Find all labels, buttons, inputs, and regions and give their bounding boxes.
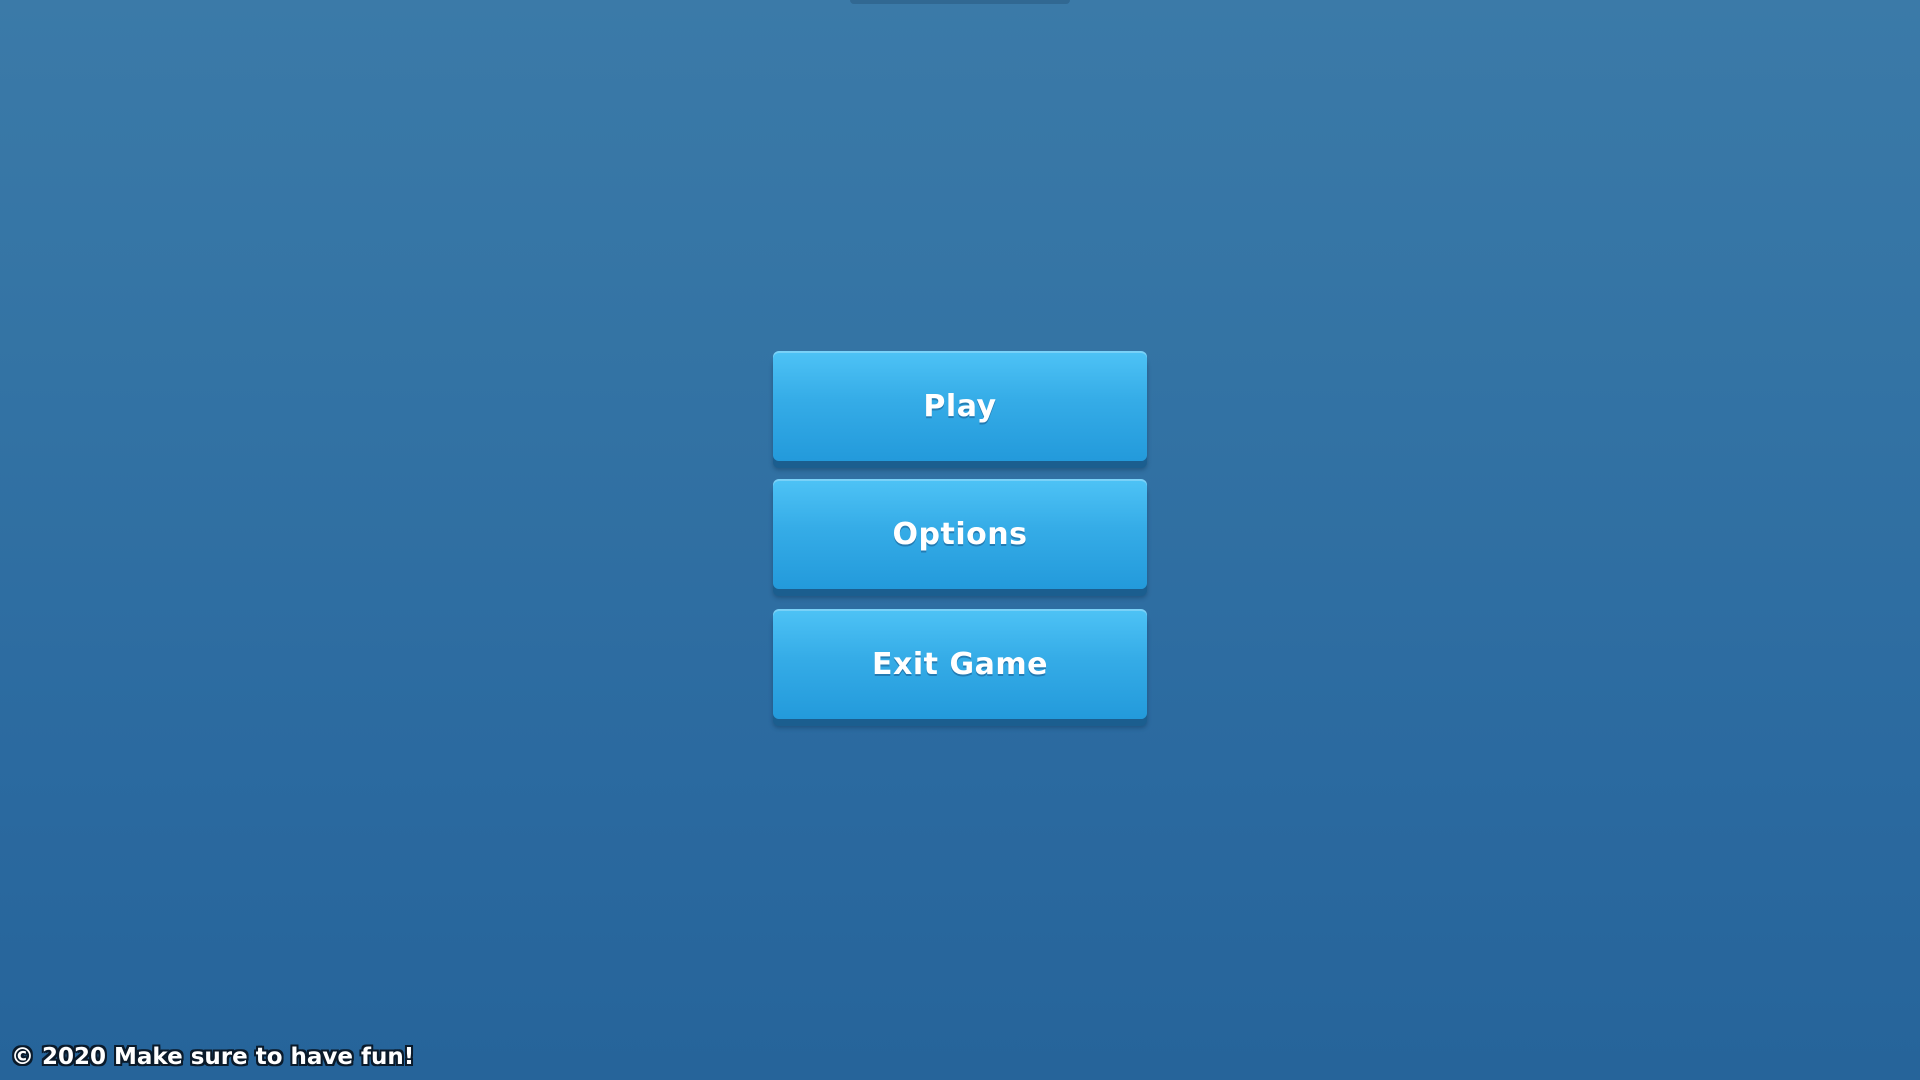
top-decoration <box>850 0 1070 4</box>
options-button-label: Options <box>892 516 1028 552</box>
play-button[interactable]: Play <box>773 351 1147 461</box>
options-button[interactable]: Options <box>773 479 1147 589</box>
exit-game-button-label: Exit Game <box>872 646 1048 682</box>
main-menu-screen: { "menu": { "buttons": [ {"label": "Play… <box>0 0 1920 1080</box>
copyright-text: © 2020 Make sure to have fun! <box>11 1044 415 1070</box>
main-menu: Play Options Exit Game <box>773 351 1147 719</box>
play-button-label: Play <box>923 388 997 424</box>
exit-game-button[interactable]: Exit Game <box>773 609 1147 719</box>
